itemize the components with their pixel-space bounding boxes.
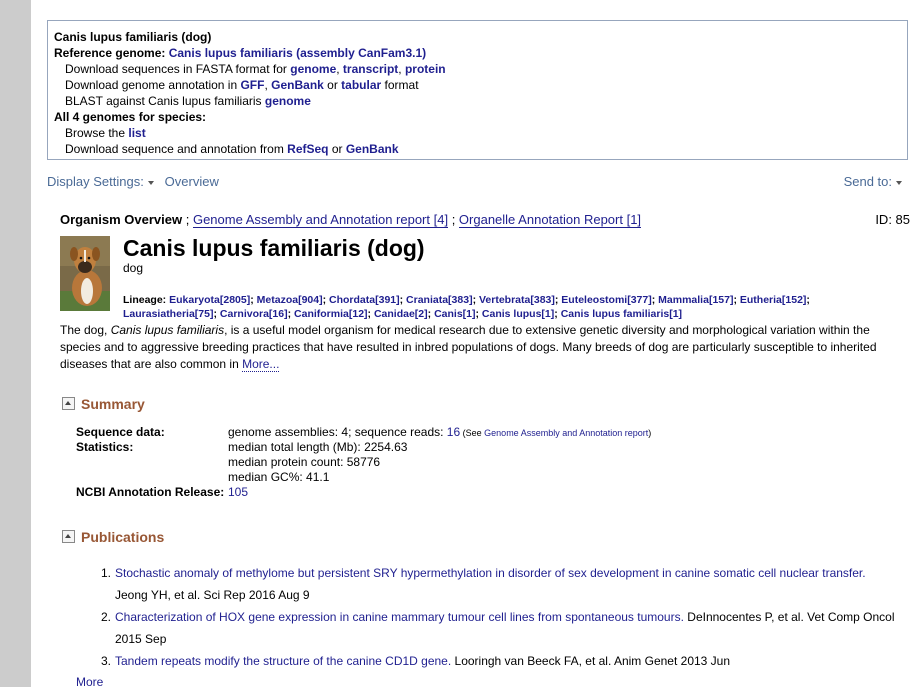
sequence-reads-link[interactable]: 16 [447, 425, 460, 439]
genome-fasta-link[interactable]: genome [290, 62, 336, 76]
gff-link[interactable]: GFF [240, 78, 264, 92]
display-toolbar: Display Settings: Overview Send to: [47, 174, 910, 189]
collapse-icon[interactable] [62, 396, 75, 410]
display-settings-dropdown[interactable]: Display Settings: [47, 174, 154, 189]
lineage-item[interactable]: Canis[1] [434, 308, 475, 320]
list-item: 1. Stochastic anomaly of methylome but pe… [97, 562, 897, 606]
assembly-report-link[interactable]: Genome Assembly and Annotation report [4… [192, 212, 449, 228]
chevron-down-icon [896, 180, 902, 185]
overview-nav: Organism Overview ; Genome Assembly and … [60, 212, 910, 228]
page-title: Canis lupus familiaris (dog) [123, 235, 425, 261]
summary-heading: Summary [81, 396, 145, 412]
genbank-source-link[interactable]: GenBank [346, 142, 399, 156]
sequence-data-value: genome assemblies: 4; sequence reads: 16… [228, 425, 651, 441]
lineage-item[interactable]: Canis lupus[1] [482, 308, 554, 320]
tabular-link[interactable]: tabular [341, 78, 381, 92]
lineage-item[interactable]: Chordata[391] [329, 294, 400, 306]
publications-section-header[interactable]: Publications [62, 529, 164, 545]
common-name: dog [123, 261, 144, 275]
lineage-item[interactable]: Metazoa[904] [257, 294, 323, 306]
separator: ; [448, 212, 459, 227]
see-close: ) [648, 428, 652, 438]
desc-species: Canis lupus familiaris [110, 323, 225, 337]
browse-list-link[interactable]: list [128, 126, 145, 140]
lineage-item[interactable]: Craniata[383] [406, 294, 473, 306]
publications-list: 1. Stochastic anomaly of methylome but pe… [97, 562, 897, 672]
ref-genome-label: Reference genome: [54, 46, 169, 60]
stat-gc: median GC%: 41.1 [228, 470, 330, 484]
separator: or [328, 142, 346, 156]
summary-section-header[interactable]: Summary [62, 396, 145, 412]
separator: or [323, 78, 342, 92]
assembly-report-small-link[interactable]: Genome Assembly and Annotation report [484, 428, 648, 438]
chevron-down-icon [147, 180, 154, 185]
publications-heading: Publications [81, 529, 165, 545]
protein-fasta-link[interactable]: protein [405, 62, 446, 76]
annotation-release-value-wrap: 105 [228, 485, 248, 500]
overview-link[interactable]: Overview [165, 174, 219, 189]
collapse-icon[interactable] [62, 529, 75, 543]
browse-text: Browse the [65, 126, 129, 140]
dog-photo [60, 236, 110, 311]
pub-number: 3. [101, 654, 112, 668]
publication-link[interactable]: Stochastic anomaly of methylome but pers… [115, 566, 866, 580]
genbank-link[interactable]: GenBank [271, 78, 324, 92]
dl-ann-text: Download genome annotation in [65, 78, 241, 92]
lineage-item[interactable]: Vertebrata[383] [479, 294, 555, 306]
send-to-dropdown[interactable]: Send to: [844, 174, 902, 189]
publication-citation: Looringh van Beeck FA, et al. Anim Genet… [451, 654, 731, 668]
seq-text: genome assemblies: 4; sequence reads: [228, 425, 447, 439]
lineage-item[interactable]: Carnivora[16] [220, 308, 288, 320]
pub-number: 2. [101, 610, 112, 624]
send-to-label: Send to: [843, 174, 892, 189]
lineage-item[interactable]: Euteleostomi[377] [561, 294, 651, 306]
lineage-item[interactable]: Canidae[2] [374, 308, 428, 320]
organism-name: Canis lupus familiaris (dog) [54, 30, 212, 44]
format-text: format [381, 78, 419, 92]
separator: ; [182, 212, 193, 227]
publication-citation: Jeong YH, et al. Sci Rep 2016 Aug 9 [115, 588, 310, 602]
blast-genome-link[interactable]: genome [265, 94, 311, 108]
stat-total-length: median total length (Mb): 2254.63 [228, 440, 408, 454]
ref-genome-link[interactable]: Canis lupus familiaris (assembly CanFam3… [169, 46, 426, 60]
statistics-label: Statistics: [76, 440, 134, 454]
all-genomes-label: All 4 genomes for species: [54, 110, 207, 124]
record-id: ID: 85 [875, 212, 910, 227]
left-sidebar [0, 0, 31, 687]
organelle-report-link[interactable]: Organelle Annotation Report [1] [458, 212, 642, 228]
description-more-link[interactable]: More... [242, 357, 280, 372]
dl-seq-text: Download sequences in FASTA format for [65, 62, 291, 76]
display-settings-label: Display Settings: [47, 174, 144, 189]
stat-protein-count: median protein count: 58776 [228, 455, 381, 469]
publication-link[interactable]: Characterization of HOX gene expression … [115, 610, 684, 624]
transcript-fasta-link[interactable]: transcript [343, 62, 398, 76]
see-text: (See [460, 428, 485, 438]
dl-from-text: Download sequence and annotation from [65, 142, 288, 156]
annotation-release-label: NCBI Annotation Release: [76, 485, 225, 499]
sequence-data-label: Sequence data: [76, 425, 165, 439]
separator: , [398, 62, 405, 76]
organism-description: The dog, Canis lupus familiaris, is a us… [60, 322, 900, 373]
desc-text: The dog, [60, 323, 111, 337]
separator: , [336, 62, 343, 76]
genome-info-box: Canis lupus familiaris (dog) Reference g… [47, 20, 908, 160]
lineage-label: Lineage: [123, 294, 170, 306]
list-item: 2. Characterization of HOX gene expressio… [97, 606, 897, 650]
lineage: Lineage: Eukaryota[2805]; Metazoa[904]; … [123, 294, 810, 320]
annotation-release-link[interactable]: 105 [228, 485, 248, 499]
lineage-item[interactable]: Eukaryota[2805] [169, 294, 250, 306]
lineage-item[interactable]: Caniformia[12] [294, 308, 368, 320]
blast-text: BLAST against Canis lupus familiaris [65, 94, 265, 108]
lineage-item[interactable]: Canis lupus familiaris[1] [561, 308, 682, 320]
lineage-item[interactable]: Laurasiatheria[75] [123, 308, 213, 320]
refseq-link[interactable]: RefSeq [287, 142, 328, 156]
pub-number: 1. [101, 566, 112, 580]
lineage-item[interactable]: Mammalia[157] [658, 294, 733, 306]
list-item: 3. Tandem repeats modify the structure of… [97, 650, 897, 672]
lineage-item[interactable]: Eutheria[152] [740, 294, 807, 306]
publication-link[interactable]: Tandem repeats modify the structure of t… [115, 654, 451, 668]
organism-overview-label: Organism Overview [60, 212, 183, 227]
